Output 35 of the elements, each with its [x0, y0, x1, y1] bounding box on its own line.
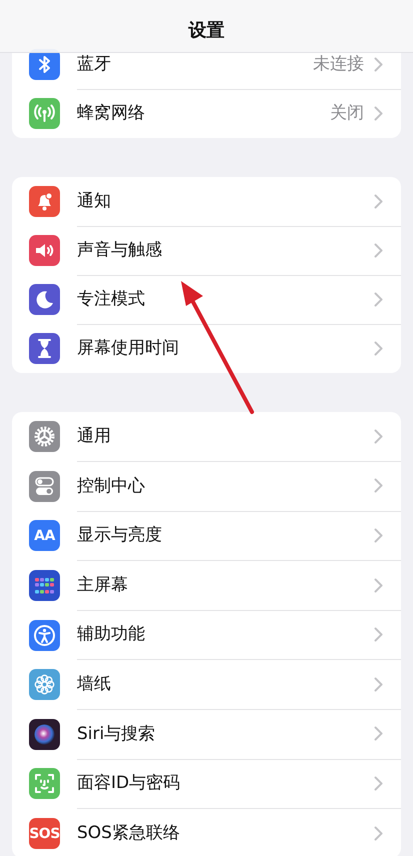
setting-value: 关闭: [330, 103, 364, 124]
chevron-icon: [374, 292, 383, 306]
setting-label[interactable]: 主屏幕: [77, 574, 128, 596]
chevron-icon: [374, 194, 383, 208]
setting-label[interactable]: SOS紧急联络: [77, 823, 180, 844]
setting-label[interactable]: 蓝牙: [77, 54, 111, 74]
chevron-icon: [374, 106, 383, 121]
setting-label[interactable]: 显示与亮度: [77, 525, 162, 546]
setting-label[interactable]: 蜂窝网络: [77, 103, 145, 124]
chevron-icon: [374, 676, 383, 692]
setting-label[interactable]: 专注模式: [77, 288, 145, 310]
setting-label[interactable]: 屏幕使用时间: [77, 338, 179, 359]
setting-label[interactable]: 面容ID与密码: [77, 773, 180, 794]
setting-label[interactable]: 通知: [77, 190, 111, 212]
chevron-icon: [374, 578, 383, 593]
setting-label[interactable]: 控制中心: [77, 476, 145, 496]
setting-label[interactable]: 通用: [77, 426, 111, 446]
chevron-icon: [374, 826, 383, 842]
chevron-icon: [374, 428, 383, 444]
text-badge-icon: AA: [29, 520, 60, 552]
chevron-icon: [374, 56, 383, 72]
chevron-icon: [374, 776, 383, 791]
text-badge-icon: SOS: [29, 818, 60, 850]
chevron-icon: [374, 627, 383, 642]
page-title: 设置: [188, 19, 224, 42]
chevron-icon: [374, 242, 383, 258]
setting-value: 未连接: [313, 54, 364, 74]
setting-label[interactable]: 辅助功能: [77, 624, 145, 645]
chevron-icon: [374, 528, 383, 543]
setting-label[interactable]: Siri与搜索: [77, 724, 156, 744]
chevron-icon: [374, 726, 383, 742]
setting-label[interactable]: 墙纸: [77, 674, 111, 694]
chevron-icon: [374, 478, 383, 494]
setting-label[interactable]: 声音与触感: [77, 240, 162, 260]
chevron-icon: [374, 341, 383, 356]
